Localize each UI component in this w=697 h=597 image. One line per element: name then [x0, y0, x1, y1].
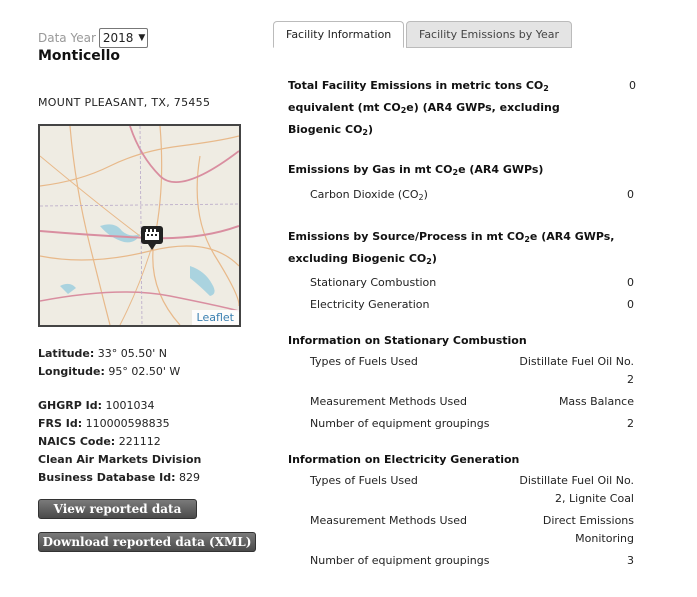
- stationary-info-title: Information on Stationary Combustion: [288, 334, 527, 347]
- latitude-label: Latitude:: [38, 347, 95, 360]
- electricity-groupings-value: 3: [627, 554, 634, 567]
- electricity-methods-value: Direct Emissions Monitoring: [542, 514, 634, 545]
- data-year-row: Data Year 2018 ▼: [38, 28, 253, 48]
- electricity-methods-row: Measurement Methods Used Direct Emission…: [310, 512, 634, 548]
- data-year-label: Data Year: [38, 31, 96, 45]
- coordinates: Latitude: 33° 05.50' N Longitude: 95° 02…: [38, 345, 253, 381]
- map-attribution-link[interactable]: Leaflet: [191, 310, 239, 325]
- electricity-groupings-label: Number of equipment groupings: [310, 554, 490, 567]
- stationary-methods-value: Mass Balance: [558, 395, 634, 408]
- frs-label: FRS Id:: [38, 417, 83, 430]
- stationary-fuels-value: Distillate Fuel Oil No. 2: [519, 355, 634, 386]
- facility-panel: Data Year 2018 ▼ Monticello MOUNT PLEASA…: [38, 28, 256, 552]
- map-tiles: [40, 126, 239, 325]
- bdb-id: 829: [178, 471, 200, 484]
- naics-label: NAICS Code:: [38, 435, 116, 448]
- total-emissions-value: 0: [629, 79, 636, 92]
- stationary-groupings-label: Number of equipment groupings: [310, 417, 490, 430]
- electricity-generation-label: Electricity Generation: [310, 298, 430, 311]
- latitude-value: 33° 05.50' N: [97, 347, 168, 360]
- longitude-label: Longitude:: [38, 365, 105, 378]
- facility-map[interactable]: Leaflet: [38, 124, 241, 327]
- emissions-by-source-title: Emissions by Source/Process in mt CO2e (…: [288, 230, 615, 266]
- facility-name: Monticello: [38, 48, 121, 64]
- electricity-fuels-row: Types of Fuels Used Distillate Fuel Oil …: [310, 472, 634, 508]
- co2-label: Carbon Dioxide (CO2): [310, 188, 428, 202]
- tab-bar: Facility Information Facility Emissions …: [273, 21, 673, 48]
- electricity-info-title: Information on Electricity Generation: [288, 453, 520, 466]
- ghgrp-id: 1001034: [105, 399, 155, 412]
- stationary-fuels-label: Types of Fuels Used: [310, 355, 418, 368]
- stationary-methods-label: Measurement Methods Used: [310, 395, 468, 408]
- co2-value: 0: [627, 188, 634, 201]
- ghgrp-label: GHGRP Id:: [38, 399, 102, 412]
- tab-facility-information[interactable]: Facility Information: [273, 21, 405, 48]
- facility-address: MOUNT PLEASANT, TX, 75455: [38, 96, 211, 109]
- bdb-label: Business Database Id:: [38, 471, 176, 484]
- stationary-groupings-value: 2: [627, 417, 634, 430]
- camd-label: Clean Air Markets Division: [38, 453, 202, 466]
- facility-ids: GHGRP Id: 1001034 FRS Id: 110000598835 N…: [38, 397, 253, 487]
- electricity-fuels-label: Types of Fuels Used: [310, 474, 418, 487]
- data-year-select[interactable]: 2018 ▼: [98, 28, 149, 48]
- electricity-fuels-value: Distillate Fuel Oil No. 2, Lignite Coal: [519, 474, 634, 505]
- electricity-methods-label: Measurement Methods Used: [310, 514, 468, 527]
- download-xml-button[interactable]: Download reported data (XML): [38, 532, 256, 552]
- stationary-combustion-label: Stationary Combustion: [310, 276, 437, 289]
- stationary-combustion-value: 0: [627, 276, 634, 289]
- emissions-by-gas-title: Emissions by Gas in mt CO2e (AR4 GWPs): [288, 163, 544, 177]
- longitude-value: 95° 02.50' W: [108, 365, 181, 378]
- frs-id: 110000598835: [85, 417, 170, 430]
- data-year-value: 2018: [102, 31, 134, 45]
- chevron-down-icon: ▼: [138, 33, 146, 43]
- total-emissions-title: Total Facility Emissions in metric tons …: [288, 79, 560, 137]
- naics-code: 221112: [118, 435, 161, 448]
- stationary-fuels-row: Types of Fuels Used Distillate Fuel Oil …: [310, 353, 634, 389]
- view-reported-data-button[interactable]: View reported data: [38, 499, 197, 519]
- tab-facility-emissions-by-year[interactable]: Facility Emissions by Year: [406, 21, 573, 48]
- electricity-generation-value: 0: [627, 298, 634, 311]
